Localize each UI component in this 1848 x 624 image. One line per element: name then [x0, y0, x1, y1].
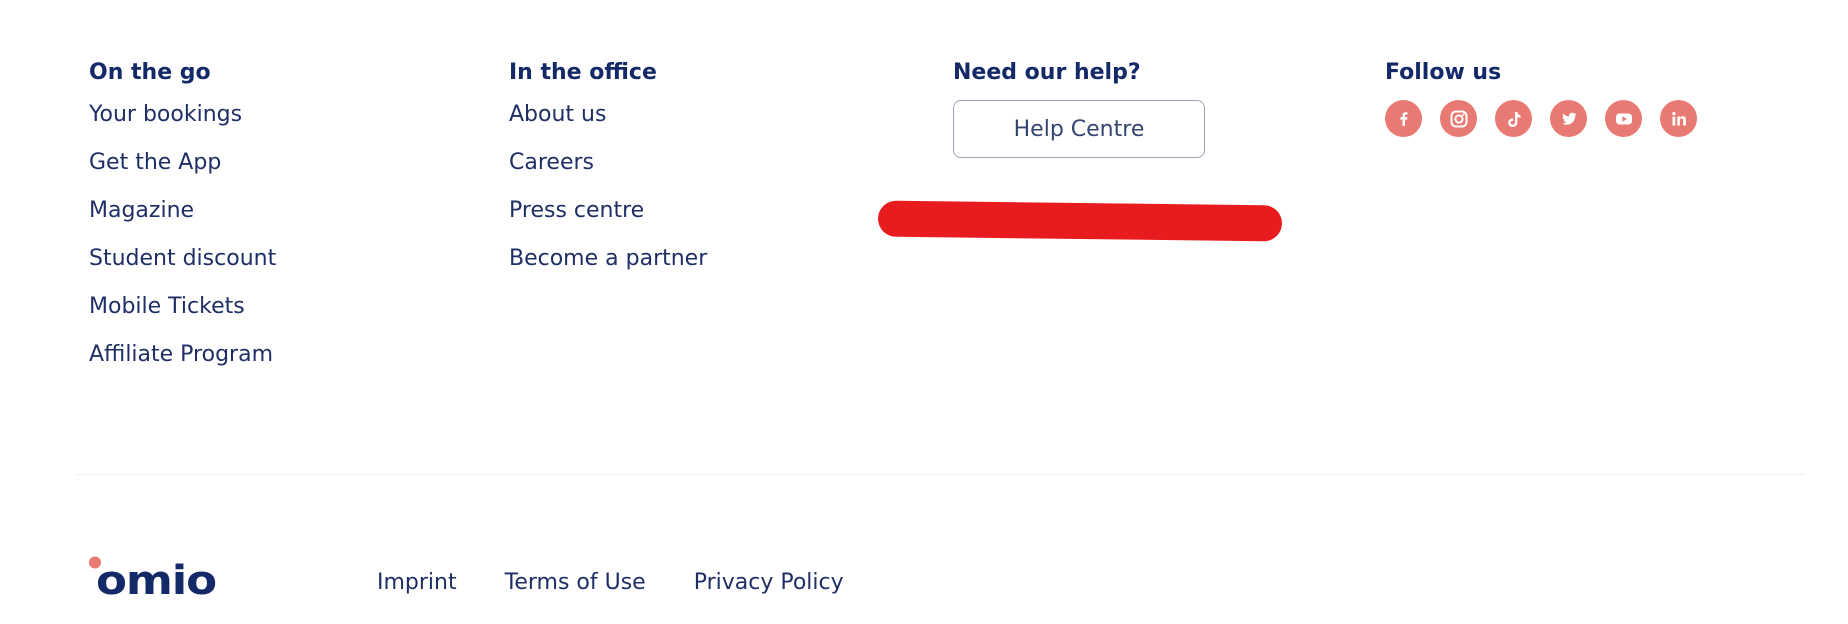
link-imprint[interactable]: Imprint: [377, 568, 457, 598]
link-list: Your bookings Get the App Magazine Stude…: [89, 100, 276, 370]
linkedin-icon[interactable]: [1660, 100, 1697, 137]
column-title: Follow us: [1385, 60, 1502, 85]
facebook-icon[interactable]: [1385, 100, 1422, 137]
link-list: About us Careers Press centre Become a p…: [509, 100, 707, 274]
help-centre-button[interactable]: Help Centre: [953, 100, 1205, 158]
footer-divider: [77, 474, 1805, 475]
link-terms-of-use[interactable]: Terms of Use: [505, 568, 646, 598]
site-footer: On the go Your bookings Get the App Maga…: [0, 0, 1848, 624]
column-follow-us: Follow us: [1385, 58, 1697, 137]
column-title: On the go: [89, 60, 211, 85]
link-about-us[interactable]: About us: [509, 100, 707, 130]
column-in-the-office: In the office About us Careers Press cen…: [509, 58, 707, 292]
link-mobile-tickets[interactable]: Mobile Tickets: [89, 292, 276, 322]
link-your-bookings[interactable]: Your bookings: [89, 100, 276, 130]
instagram-icon[interactable]: [1440, 100, 1477, 137]
column-title: In the office: [509, 60, 657, 85]
logo-dot: [89, 556, 101, 569]
youtube-icon[interactable]: [1605, 100, 1642, 137]
social-links: [1385, 100, 1697, 137]
omio-logo[interactable]: omio: [88, 556, 223, 604]
column-title: Need our help?: [953, 60, 1141, 85]
link-student-discount[interactable]: Student discount: [89, 244, 276, 274]
link-become-a-partner[interactable]: Become a partner: [509, 244, 707, 274]
link-privacy-policy[interactable]: Privacy Policy: [694, 568, 844, 598]
column-need-help: Need our help? Help Centre: [953, 58, 1205, 158]
link-magazine[interactable]: Magazine: [89, 196, 276, 226]
link-get-the-app[interactable]: Get the App: [89, 148, 276, 178]
redaction-mark: [877, 200, 1283, 242]
tiktok-icon[interactable]: [1495, 100, 1532, 137]
link-press-centre[interactable]: Press centre: [509, 196, 707, 226]
link-careers[interactable]: Careers: [509, 148, 707, 178]
twitter-icon[interactable]: [1550, 100, 1587, 137]
column-on-the-go: On the go Your bookings Get the App Maga…: [89, 58, 276, 388]
legal-links: Imprint Terms of Use Privacy Policy: [377, 568, 844, 598]
link-affiliate-program[interactable]: Affiliate Program: [89, 340, 276, 370]
logo-wordmark: omio: [96, 558, 216, 598]
